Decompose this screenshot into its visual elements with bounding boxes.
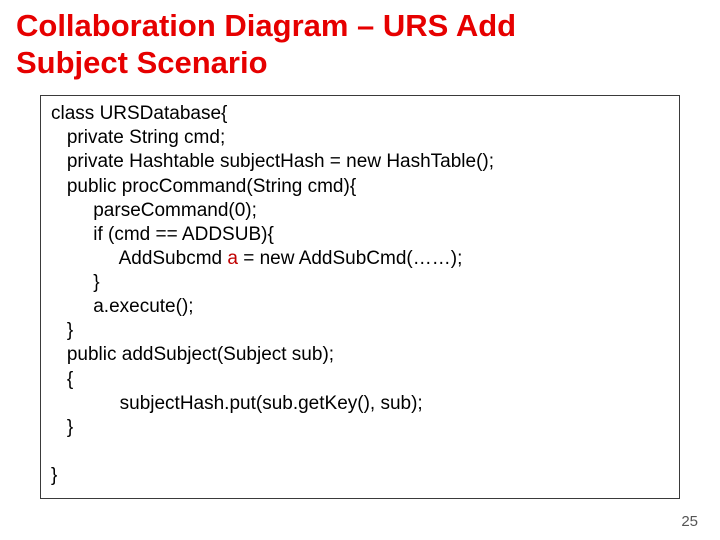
page-number: 25 [681, 513, 698, 530]
slide: Collaboration Diagram – URS Add Subject … [0, 0, 720, 540]
title-line-1: Collaboration Diagram – URS Add [16, 8, 704, 45]
code-line: if (cmd == ADDSUB){ [51, 223, 669, 247]
slide-title: Collaboration Diagram – URS Add Subject … [16, 8, 704, 81]
code-line: AddSubcmd a = new AddSubCmd(……); [51, 247, 669, 271]
code-line: class URSDatabase{ [51, 102, 669, 126]
code-line: } [51, 464, 669, 488]
code-line: { [51, 368, 669, 392]
code-line: } [51, 271, 669, 295]
code-box: class URSDatabase{ private String cmd; p… [40, 95, 680, 499]
code-line: private Hashtable subjectHash = new Hash… [51, 150, 669, 174]
code-line: public procCommand(String cmd){ [51, 175, 669, 199]
code-line: } [51, 416, 669, 440]
code-line: private String cmd; [51, 126, 669, 150]
code-line: parseCommand(0); [51, 199, 669, 223]
code-line: public addSubject(Subject sub); [51, 343, 669, 367]
variable-highlight: a [227, 248, 238, 269]
code-line: subjectHash.put(sub.getKey(), sub); [51, 392, 669, 416]
title-line-2: Subject Scenario [16, 45, 704, 82]
code-line: } [51, 319, 669, 343]
code-line [51, 440, 669, 464]
code-line: a.execute(); [51, 295, 669, 319]
